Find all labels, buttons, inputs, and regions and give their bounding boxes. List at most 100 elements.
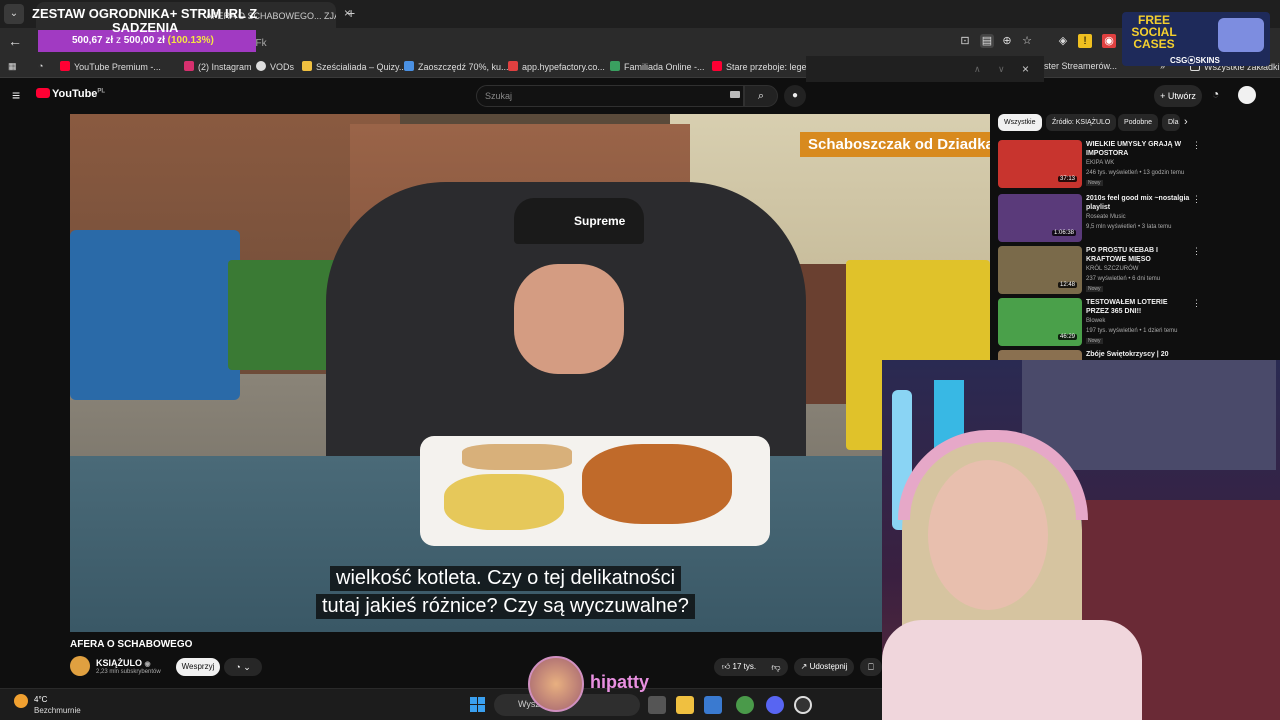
reader-icon[interactable]: ▤ [980, 34, 994, 48]
bookmark-szescialiada[interactable]: Sześcialiada – Quizy... [302, 61, 406, 72]
search-button[interactable]: ⌕ [744, 85, 778, 107]
more-options-icon[interactable]: ⋮ [1192, 246, 1201, 257]
streamer-webcam [882, 360, 1280, 720]
cap-logo: Supreme [574, 214, 626, 228]
scene-cutlet [582, 444, 732, 524]
notifications-bell-icon[interactable]: ◔ [1212, 87, 1219, 101]
windows-taskbar: 4°C Bezchmurnie Wyszukaj [0, 688, 882, 720]
find-prev-icon[interactable]: ∧ [974, 64, 981, 75]
new-badge: Nowy [1086, 338, 1103, 344]
bookmark-icon[interactable]: ◔ [38, 61, 43, 71]
video-player[interactable]: Supreme Schaboszczak od Dziadka wielkość… [70, 114, 990, 632]
goal-title-line2: SADZENIA [112, 20, 179, 35]
channel-name[interactable]: KSIĄŻULO ◉ [96, 658, 151, 668]
channel-subscribers: 2,23 mln subskrybentów [96, 669, 161, 675]
youtube-play-icon [36, 88, 50, 98]
bell-icon: ◔ [235, 662, 241, 672]
recommendation-meta: 246 tys. wyświetleń • 13 godzin temu [1086, 170, 1185, 176]
bookmark-streamerow[interactable]: ster Streamerów... [1044, 61, 1117, 71]
instagram-icon [184, 61, 194, 71]
back-arrow-icon[interactable]: ← [8, 33, 22, 49]
recommendation-item[interactable]: 1:06:38 2010s feel good mix ~nostalgia p… [998, 194, 1228, 244]
weather-description[interactable]: Bezchmurnie [34, 706, 81, 715]
goal-title: ZESTAW OGRODNIKA+ STRIM IRL Z [32, 6, 258, 21]
bookmark-stare-przeboje[interactable]: Stare przeboje: lege... [712, 61, 814, 72]
start-icon-quad [478, 697, 485, 704]
keyboard-icon[interactable] [730, 91, 740, 98]
chip-source-channel[interactable]: Źródło: KSIĄŻULO [1046, 114, 1117, 131]
chip-for-you[interactable]: Dla [1162, 114, 1180, 131]
webcam-person-shirt [882, 620, 1142, 720]
bookmark-instagram[interactable]: (2) Instagram [184, 61, 252, 72]
dislike-button[interactable]: 👎︎ [764, 658, 788, 676]
microphone-icon[interactable]: ● [784, 85, 806, 107]
recommendation-title: Zbóje Świętokrzyscy | 20 [1086, 351, 1169, 358]
recommendation-item[interactable]: Zbóje Świętokrzyscy | 20 [998, 350, 1228, 360]
recommendation-item[interactable]: 12:48 PO PROSTU KEBAB I KRAFTOWE MIĘSO K… [998, 246, 1228, 296]
apps-grid-icon[interactable]: ▦ [8, 61, 17, 72]
discord-icon[interactable] [766, 696, 784, 714]
zoom-icon[interactable]: ⊕ [1000, 34, 1014, 48]
bookmark-star-icon[interactable]: ☆ [1020, 34, 1034, 48]
bookmark-label: Stare przeboje: lege... [726, 62, 815, 72]
share-icon: ↗ [800, 662, 808, 671]
youtube-icon [60, 61, 70, 71]
obs-icon[interactable] [794, 696, 812, 714]
chip-related[interactable]: Podobne [1118, 114, 1159, 131]
bookmark-hypefactory[interactable]: app.hypefactory.co... [508, 61, 605, 72]
channel-avatar[interactable] [70, 656, 90, 676]
windows-start-icon[interactable] [470, 697, 486, 713]
like-button[interactable]: 👍︎ 17 tys. [714, 658, 764, 676]
weather-temperature[interactable]: 4°C [34, 695, 47, 704]
search-input[interactable]: Szukaj [476, 85, 744, 107]
extension-icon[interactable]: ◈ [1056, 34, 1070, 48]
logo-text: YouTube [52, 88, 98, 100]
install-app-icon[interactable]: ⊡ [958, 34, 972, 48]
promo-text: FREE SOCIAL CASES [1131, 13, 1177, 51]
extension-icon-3[interactable]: ◉ [1102, 34, 1116, 48]
goal-amount: 500,67 zł z 500,00 zł (100.13%) [72, 35, 214, 46]
youtube-icon [712, 61, 722, 71]
bookmark-label: ster Streamerów... [1044, 61, 1118, 71]
more-options-icon[interactable]: ⋮ [1192, 298, 1201, 309]
goal-separator: z [115, 35, 121, 46]
familiada-icon [610, 61, 620, 71]
bookmark-zaoszczedz[interactable]: Zaoszczędź 70%, ku... [404, 61, 509, 72]
bookmark-label: Zaoszczędź 70%, ku... [418, 62, 509, 72]
find-next-icon[interactable]: ∨ [998, 64, 1005, 75]
video-thumbnail [998, 350, 1082, 360]
save-button[interactable]: ⎕ [860, 658, 882, 676]
find-close-icon[interactable]: × [1022, 62, 1029, 76]
scene-bin-blue [70, 230, 240, 400]
create-button[interactable]: + Utwórz [1154, 85, 1202, 107]
weather-icon[interactable] [14, 694, 28, 708]
recommendation-item[interactable]: 46:29 TESTOWAŁEM LOTERIE PRZEZ 365 DNI!!… [998, 298, 1228, 348]
task-view-icon[interactable] [648, 696, 666, 714]
create-label: Utwórz [1167, 91, 1196, 101]
thumbs-down-icon: 👎︎ [771, 662, 781, 672]
user-avatar[interactable] [1238, 86, 1256, 104]
share-label: Udostępnij [809, 662, 848, 671]
more-options-icon[interactable]: ⋮ [1192, 140, 1201, 151]
notification-settings-button[interactable]: ◔ ⌄ [224, 658, 262, 676]
bookmark-youtube-premium[interactable]: YouTube Premium -... [60, 61, 161, 72]
file-explorer-icon[interactable] [676, 696, 694, 714]
video-duration: 12:48 [1058, 282, 1078, 288]
chrome-icon[interactable] [736, 696, 754, 714]
share-button[interactable]: ↗ Udostępnij [794, 658, 854, 676]
more-options-icon[interactable]: ⋮ [1192, 194, 1201, 205]
menu-icon[interactable]: ≡ [12, 87, 20, 103]
bookmark-vods[interactable]: VODs [256, 61, 294, 72]
tab-search-button[interactable]: ⌄ [4, 4, 24, 24]
recommendation-item[interactable]: 37:13 WIELKIE UMYSŁY GRAJĄ W IMPOSTORA E… [998, 140, 1228, 190]
bookmark-familiada[interactable]: Familiada Online -... [610, 61, 705, 72]
support-button[interactable]: Wesprzyj [176, 658, 220, 676]
chip-all[interactable]: Wszystkie [998, 114, 1042, 131]
new-tab-button[interactable]: + [347, 5, 355, 21]
store-icon[interactable] [704, 696, 722, 714]
chips-next-icon[interactable]: › [1184, 116, 1188, 128]
youtube-logo[interactable]: YouTubePL [36, 88, 105, 100]
bookmarks-bar: ▦ ◔ YouTube Premium -... (2) Instagram V… [0, 56, 1280, 78]
promo-banner: FREE SOCIAL CASES CSG⦿SKINS [1122, 12, 1270, 66]
extension-icon-2[interactable]: ! [1078, 34, 1092, 48]
